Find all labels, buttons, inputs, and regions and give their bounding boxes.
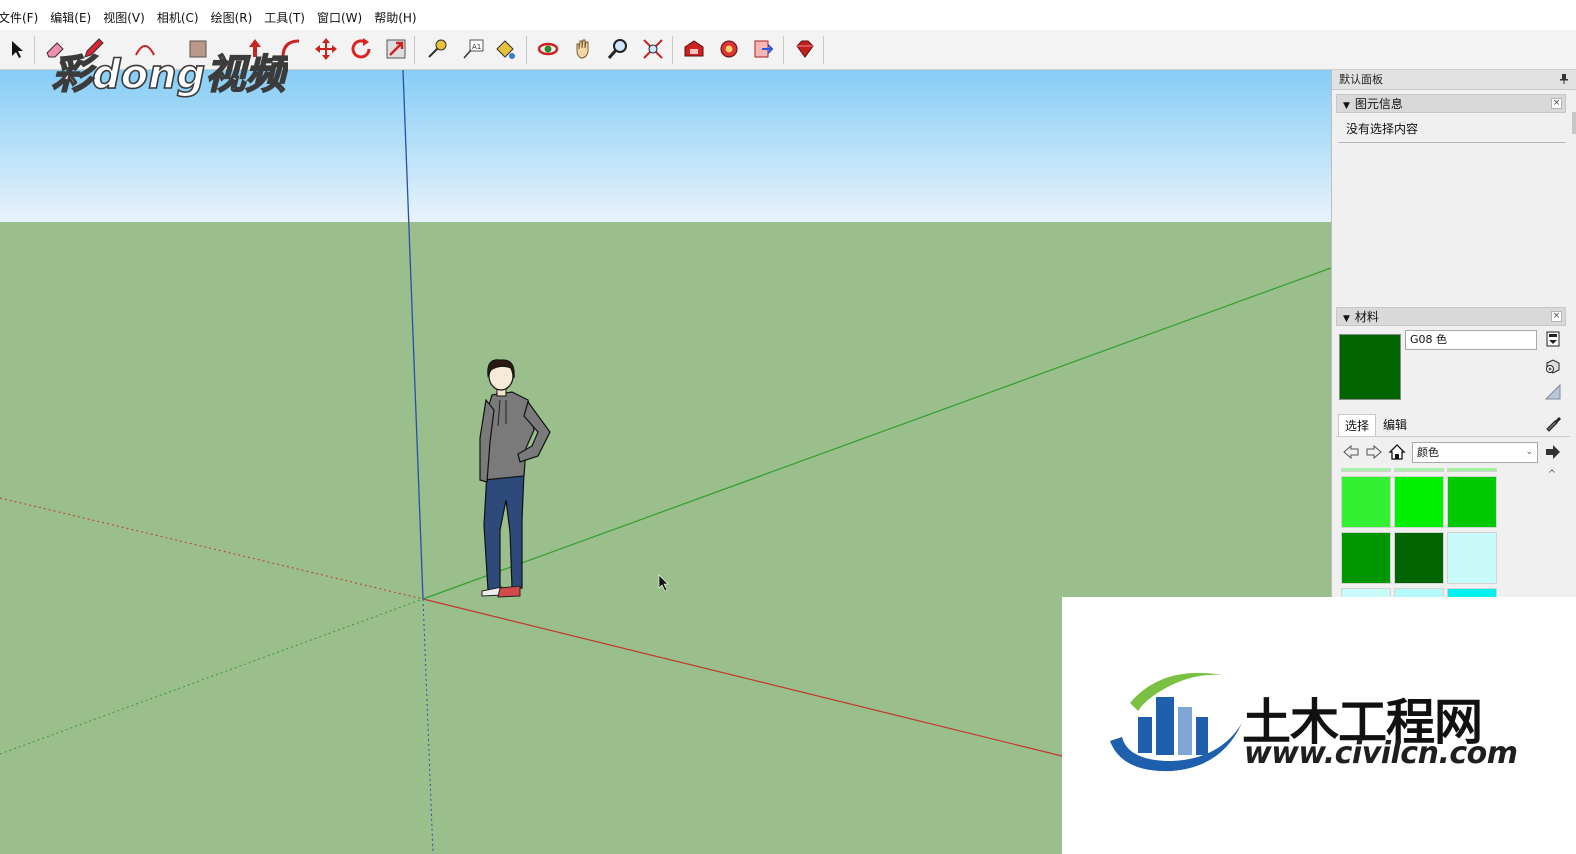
orbit-icon[interactable] (533, 34, 563, 64)
menu-camera[interactable]: 相机(C) (151, 9, 205, 26)
brand-text: 彩dong视频 (52, 52, 288, 98)
svg-text:A1: A1 (472, 43, 481, 51)
material-swatch[interactable] (1341, 468, 1391, 472)
pin-icon[interactable] (1560, 74, 1568, 84)
menu-file[interactable]: 文件(F) (0, 9, 44, 26)
close-icon[interactable]: × (1551, 98, 1562, 109)
move-icon[interactable] (311, 34, 341, 64)
civilcn-watermark: 土木工程网 www.civilcn.com (1062, 597, 1576, 854)
material-swatch[interactable] (1394, 468, 1444, 472)
material-palette (1341, 468, 1501, 600)
library-dropdown-value: 颜色 (1417, 446, 1439, 459)
forward-arrow-icon[interactable] (1365, 443, 1383, 461)
menu-draw[interactable]: 绘图(R) (205, 9, 259, 26)
library-dropdown[interactable]: 颜色 ⌄ (1412, 442, 1538, 463)
tray-title-label: 默认面板 (1339, 73, 1383, 86)
toolbar-separator (783, 36, 784, 64)
collapse-triangle-icon[interactable]: ▼ (1343, 101, 1350, 111)
menu-tools[interactable]: 工具(T) (258, 9, 311, 26)
tray-scrollbar[interactable] (1572, 112, 1576, 134)
entity-divider (1338, 142, 1566, 143)
palette-scrollbar[interactable]: ^ (1544, 468, 1560, 600)
zoom-icon[interactable] (603, 34, 633, 64)
tab-select[interactable]: 选择 (1338, 414, 1377, 437)
tab-edit[interactable]: 编辑 (1377, 414, 1413, 436)
current-material-swatch[interactable] (1339, 334, 1401, 400)
material-swatch[interactable] (1447, 476, 1497, 528)
share-model-icon[interactable] (714, 34, 744, 64)
send-to-layout-icon[interactable] (749, 34, 779, 64)
entity-info-header[interactable]: ▼ 图元信息 × (1336, 94, 1566, 113)
paint-bucket-icon[interactable] (490, 34, 520, 64)
tray-title: 默认面板 (1332, 70, 1576, 90)
rotate-icon[interactable] (346, 34, 376, 64)
toolbar-separator (414, 36, 415, 64)
scale-icon[interactable] (381, 34, 411, 64)
back-arrow-icon[interactable] (1342, 443, 1360, 461)
default-material-icon[interactable] (1544, 383, 1562, 401)
material-name-input[interactable]: G08 色 (1405, 330, 1537, 350)
close-icon[interactable]: × (1551, 311, 1562, 322)
zoom-extents-icon[interactable] (638, 34, 668, 64)
material-swatch[interactable] (1394, 532, 1444, 584)
tape-measure-icon[interactable] (422, 34, 452, 64)
material-swatch[interactable] (1447, 532, 1497, 584)
tab-divider (1336, 436, 1570, 437)
civilcn-url: www.civilcn.com (1244, 736, 1518, 771)
details-arrow-icon[interactable] (1544, 443, 1562, 461)
pan-icon[interactable] (568, 34, 598, 64)
materials-title: 材料 (1354, 310, 1379, 324)
toolbar-separator (672, 36, 673, 64)
toolbar-separator (526, 36, 527, 64)
toolbar-separator (823, 36, 824, 64)
entity-info-title: 图元信息 (1354, 97, 1403, 111)
material-swatch[interactable] (1447, 468, 1497, 472)
eyedropper-icon[interactable] (1544, 414, 1562, 432)
menu-help[interactable]: 帮助(H) (368, 9, 422, 26)
warehouse-icon[interactable] (679, 34, 709, 64)
menu-window[interactable]: 窗口(W) (311, 9, 368, 26)
text-icon[interactable]: A1 (458, 34, 488, 64)
home-icon[interactable] (1388, 443, 1406, 461)
create-material-icon[interactable] (1544, 357, 1562, 375)
collapse-triangle-icon[interactable]: ▼ (1343, 314, 1350, 324)
material-swatch[interactable] (1394, 476, 1444, 528)
chevron-up-icon[interactable]: ^ (1544, 468, 1560, 482)
ruby-extension-icon[interactable] (790, 34, 820, 64)
default-tray: 默认面板 ▼ 图元信息 × 没有选择内容 ▼ 材料 × G08 色 选择 编辑 颜色… (1331, 70, 1576, 600)
entity-empty-text: 没有选择内容 (1346, 122, 1419, 136)
materials-header[interactable]: ▼ 材料 × (1336, 307, 1566, 326)
toolbar-separator (34, 36, 35, 64)
chevron-down-icon: ⌄ (1525, 447, 1533, 457)
select-arrow-icon[interactable] (2, 34, 32, 64)
material-swatch[interactable] (1341, 476, 1391, 528)
menu-edit[interactable]: 编辑(E) (44, 9, 97, 26)
display-secondary-pane-icon[interactable] (1544, 330, 1562, 348)
material-swatch[interactable] (1341, 532, 1391, 584)
menu-view[interactable]: 视图(V) (97, 9, 151, 26)
menu-bar: 文件(F) 编辑(E) 视图(V) 相机(C) 绘图(R) 工具(T) 窗口(W… (0, 0, 1576, 30)
caidong-video-watermark: 彩dong视频 (48, 44, 293, 102)
civilcn-logo-icon (1110, 672, 1242, 772)
